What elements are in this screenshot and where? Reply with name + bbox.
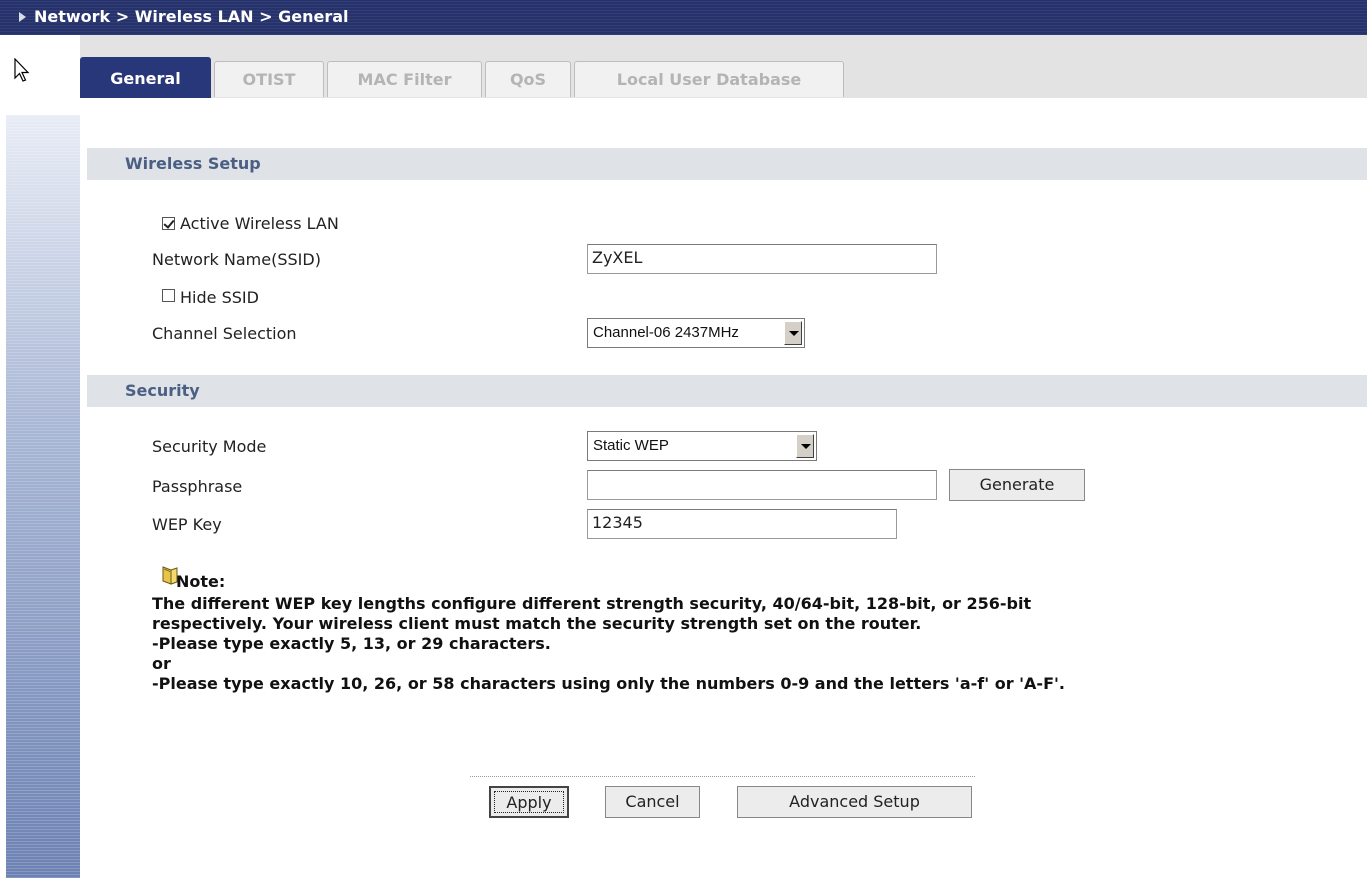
hide-ssid-label: Hide SSID bbox=[180, 288, 259, 307]
wep-key-label: WEP Key bbox=[152, 515, 222, 534]
security-mode-label: Security Mode bbox=[152, 437, 267, 456]
apply-button-label: Apply bbox=[491, 788, 567, 816]
ssid-label: Network Name(SSID) bbox=[152, 250, 321, 269]
wireless-setup-header: Wireless Setup bbox=[87, 148, 1367, 180]
tab-mac-filter[interactable]: MAC Filter bbox=[327, 61, 482, 97]
ssid-input[interactable]: ZyXEL bbox=[587, 244, 937, 274]
active-wireless-lan-label: Active Wireless LAN bbox=[180, 214, 339, 233]
tab-general[interactable]: General bbox=[80, 57, 211, 98]
security-mode-value: Static WEP bbox=[593, 437, 669, 454]
tab-otist[interactable]: OTIST bbox=[214, 61, 324, 97]
button-separator bbox=[470, 776, 975, 777]
generate-button[interactable]: Generate bbox=[949, 469, 1085, 501]
breadcrumb-bar: Network > Wireless LAN > General bbox=[0, 0, 1367, 35]
note-line: -Please type exactly 5, 13, or 29 charac… bbox=[152, 634, 551, 653]
wep-key-input[interactable]: 12345 bbox=[587, 509, 897, 539]
note-line: respectively. Your wireless client must … bbox=[152, 614, 922, 633]
mouse-pointer-icon bbox=[14, 58, 30, 82]
breadcrumb-arrow-icon bbox=[19, 12, 26, 22]
channel-select-value: Channel-06 2437MHz bbox=[593, 324, 739, 341]
note-line: or bbox=[152, 654, 171, 673]
passphrase-input[interactable] bbox=[587, 470, 937, 500]
advanced-setup-button[interactable]: Advanced Setup bbox=[737, 786, 972, 818]
hide-ssid-checkbox[interactable] bbox=[162, 289, 175, 302]
navigation-panel-band bbox=[6, 115, 80, 878]
note-title: Note: bbox=[176, 572, 226, 591]
cancel-button[interactable]: Cancel bbox=[605, 786, 700, 818]
channel-selection-label: Channel Selection bbox=[152, 324, 297, 343]
tab-qos[interactable]: QoS bbox=[485, 61, 571, 97]
channel-select[interactable]: Channel-06 2437MHz bbox=[587, 318, 805, 348]
apply-button[interactable]: Apply bbox=[489, 786, 569, 818]
tab-bar: General OTIST MAC Filter QoS Local User … bbox=[80, 35, 1367, 100]
passphrase-label: Passphrase bbox=[152, 477, 243, 496]
breadcrumb: Network > Wireless LAN > General bbox=[34, 7, 349, 26]
security-mode-select[interactable]: Static WEP bbox=[587, 431, 817, 461]
main-content: Wireless Setup Active Wireless LAN Netwo… bbox=[80, 100, 1367, 878]
chevron-down-icon[interactable] bbox=[796, 434, 814, 458]
note-line: The different WEP key lengths configure … bbox=[152, 594, 1032, 613]
security-header: Security bbox=[87, 375, 1367, 407]
note-line: -Please type exactly 10, 26, or 58 chara… bbox=[152, 674, 1065, 693]
tab-local-user-database[interactable]: Local User Database bbox=[574, 61, 844, 97]
left-navigation-strip bbox=[0, 35, 80, 878]
active-wireless-lan-checkbox[interactable] bbox=[162, 217, 175, 230]
chevron-down-icon[interactable] bbox=[784, 321, 802, 345]
note-text: The different WEP key lengths configure … bbox=[152, 594, 1352, 694]
